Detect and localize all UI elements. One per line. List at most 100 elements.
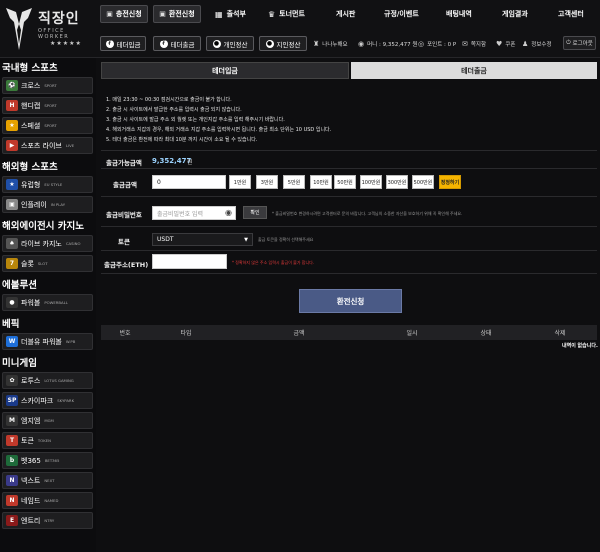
amount-chip-100000[interactable]: 10만원 bbox=[310, 175, 332, 189]
nav-rules-events[interactable]: 규정/이벤트 bbox=[384, 6, 419, 22]
sidebar-item-eu-style[interactable]: ★ 유럽형 EU STYLE bbox=[2, 176, 93, 193]
office-worker-emblem-icon bbox=[6, 8, 32, 50]
sidebar-item-ntry[interactable]: E 엔트리 NTRY bbox=[2, 512, 93, 529]
game-icon: T bbox=[6, 435, 18, 446]
token-select[interactable]: USDT ▼ bbox=[152, 233, 253, 246]
nav-tournament[interactable]: ♛ 토너먼트 bbox=[268, 6, 305, 22]
reset-amount-button[interactable]: 정정하기 bbox=[439, 175, 461, 189]
game-icon: ✿ bbox=[6, 375, 18, 386]
nav-game-results[interactable]: 게임결과 bbox=[502, 6, 528, 22]
brand-subtitle: OFFICE WORKER bbox=[38, 28, 70, 40]
available-amount-label: 출금가능금액 bbox=[106, 159, 142, 167]
coupon-icon: ♥ bbox=[496, 39, 503, 48]
divider bbox=[101, 150, 597, 151]
game-icon: ● bbox=[6, 297, 18, 308]
amount-chip-30000[interactable]: 3만원 bbox=[256, 175, 278, 189]
user-name: ♜ 나나누해요 bbox=[313, 39, 348, 48]
sidebar-item-live[interactable]: ▶ 스포츠 라이브 LIVE bbox=[2, 137, 93, 154]
sidebar-item-token[interactable]: T 토큰 TOKEN bbox=[2, 432, 93, 449]
sidebar-item-sublabel: W.PB bbox=[65, 339, 76, 344]
tab-tether-withdraw[interactable]: 테더출금 bbox=[351, 62, 597, 79]
sidebar-section-title: 국내형 스포츠 bbox=[2, 63, 58, 74]
sidebar-section-title: 해외형 스포츠 bbox=[2, 162, 58, 173]
person-icon: ● bbox=[212, 39, 221, 48]
divider bbox=[101, 226, 597, 227]
nav-board[interactable]: 게시판 bbox=[336, 6, 355, 22]
sidebar-item-in-play[interactable]: ▣ 인플레이 IN PLAY bbox=[2, 196, 93, 213]
sidebar-item-skypark[interactable]: SP 스카이파크 SKYPARK bbox=[2, 392, 93, 409]
logo[interactable]: 직장인 OFFICE WORKER ★★★★★ bbox=[4, 2, 90, 54]
point-balance[interactable]: ◎ 포인트 : 0 P bbox=[418, 36, 456, 51]
withdraw-address-input[interactable] bbox=[152, 254, 227, 269]
sidebar-item-sublabel: BET365 bbox=[44, 458, 60, 463]
sidebar-item-label: 엠지엠 bbox=[21, 416, 41, 425]
amount-chip-500000[interactable]: 50만원 bbox=[334, 175, 356, 189]
divider bbox=[101, 196, 597, 197]
sidebar-item-sublabel: EU STYLE bbox=[44, 182, 63, 187]
logout-button[interactable]: ⏻ 로그아웃 bbox=[563, 36, 596, 50]
sidebar-item-slot[interactable]: 7 슬롯 SLOT bbox=[2, 255, 93, 272]
sidebar-item-label: 스페셜 bbox=[21, 121, 41, 130]
sidebar-item-sport[interactable]: ⚽ 크로스 SPORT bbox=[2, 77, 93, 94]
game-icon: ⚽ bbox=[6, 80, 18, 91]
money-balance[interactable]: ◉ 머니 : 9,352,477 원 bbox=[358, 36, 417, 51]
coupon-link[interactable]: ♥ 쿠폰 bbox=[496, 36, 515, 51]
amount-chip-3000000[interactable]: 300만원 bbox=[386, 175, 408, 189]
tether-withdraw-button[interactable]: ₮ 테더출금 bbox=[153, 36, 201, 51]
sidebar-item-label: 슬롯 bbox=[21, 259, 34, 268]
sidebar-item-mgm[interactable]: M 엠지엠 MGM bbox=[2, 412, 93, 429]
tab-tether-deposit[interactable]: 테더입금 bbox=[101, 62, 349, 79]
tab-bar: 테더입금 테더출금 bbox=[101, 62, 597, 79]
amount-chip-5000000[interactable]: 500만원 bbox=[412, 175, 434, 189]
sidebar-section-title: 해외에이전시 카지노 bbox=[2, 221, 84, 232]
eye-icon[interactable]: ◉ bbox=[225, 208, 232, 217]
coin-icon: ₮ bbox=[159, 39, 168, 48]
personal-settlement-button[interactable]: ● 개인정산 bbox=[206, 36, 254, 51]
calendar-icon: ▦ bbox=[215, 9, 223, 19]
mail-icon: ✉ bbox=[462, 39, 468, 48]
sidebar-item-label: 핸디캡 bbox=[21, 101, 41, 110]
sidebar-item-powerball[interactable]: ● 파워볼 POWERBALL bbox=[2, 294, 93, 311]
divider bbox=[101, 168, 597, 169]
sidebar-item-label: 스포츠 라이브 bbox=[21, 141, 62, 150]
wallet-icon: ▣ bbox=[159, 10, 166, 18]
column-header: 상태 bbox=[480, 330, 492, 337]
sidebar-item-lotus-gaming[interactable]: ✿ 로투스 LOTUS GAMING bbox=[2, 372, 93, 389]
sidebar-item-bet365[interactable]: b 벳365 BET365 bbox=[2, 452, 93, 469]
nav-attendance[interactable]: ▦ 출석부 bbox=[215, 6, 246, 22]
sidebar-item-sport[interactable]: H 핸디캡 SPORT bbox=[2, 97, 93, 114]
password-confirm-button[interactable]: 확인 bbox=[243, 206, 267, 219]
amount-chip-1000000[interactable]: 100만원 bbox=[360, 175, 382, 189]
game-icon: N bbox=[6, 495, 18, 506]
game-icon: ▣ bbox=[6, 199, 18, 210]
profile-icon: ♟ bbox=[522, 39, 529, 48]
sidebar-item-w-pb[interactable]: W 더블유 파워볼 W.PB bbox=[2, 333, 93, 350]
amount-chip-10000[interactable]: 1만원 bbox=[229, 175, 251, 189]
deposit-request-button[interactable]: ▣ 충전신청 bbox=[100, 5, 148, 23]
sidebar-item-label: 인플레이 bbox=[21, 200, 47, 209]
sidebar-item-next[interactable]: N 넥스트 NEXT bbox=[2, 472, 93, 489]
messages-link[interactable]: ✉ 쪽지함 bbox=[462, 36, 486, 51]
sidebar-item-label: 벳365 bbox=[21, 456, 41, 465]
amount-chip-50000[interactable]: 5만원 bbox=[283, 175, 305, 189]
sidebar-item-casino[interactable]: ♠ 라이브 카지노 CASINO bbox=[2, 235, 93, 252]
withdraw-request-button[interactable]: ▣ 환전신청 bbox=[153, 5, 201, 23]
game-icon: E bbox=[6, 515, 18, 526]
sidebar-item-sublabel: LOTUS GAMING bbox=[44, 378, 74, 383]
game-icon: SP bbox=[6, 395, 18, 406]
withdraw-submit-button[interactable]: 환전신청 bbox=[299, 289, 402, 313]
nav-customer-center[interactable]: 고객센터 bbox=[558, 6, 584, 22]
referral-settlement-button[interactable]: ● 지인정산 bbox=[259, 36, 307, 51]
nav-bet-history[interactable]: 배팅내역 bbox=[446, 6, 472, 22]
sidebar-item-named[interactable]: N 네임드 NAMED bbox=[2, 492, 93, 509]
sidebar-item-sublabel: SPORT bbox=[44, 83, 57, 88]
notice-line: 4. 해외거래소 지갑의 경우, 해외 거래소 지갑 주소를 입력하시면 됩니다… bbox=[106, 127, 332, 133]
edit-profile-link[interactable]: ♟ 정보수정 bbox=[522, 36, 552, 51]
sidebar: 국내형 스포츠 ⚽ 크로스 SPORT H 핸디캡 SPORT ★ 스페셜 SPORT ▶ 스포츠 라… bbox=[0, 58, 96, 552]
money-icon: ◉ bbox=[358, 39, 365, 48]
notice-line: 1. 매일 23:30 ~ 00:30 점검시간으로 출금이 불가 합니다. bbox=[106, 97, 232, 103]
sidebar-item-sport[interactable]: ★ 스페셜 SPORT bbox=[2, 117, 93, 134]
withdraw-amount-input[interactable]: 0 bbox=[152, 175, 226, 189]
withdraw-password-input[interactable]: 출금비밀번호 입력 ◉ bbox=[152, 206, 236, 220]
tether-deposit-button[interactable]: ₮ 테더입금 bbox=[100, 36, 146, 51]
